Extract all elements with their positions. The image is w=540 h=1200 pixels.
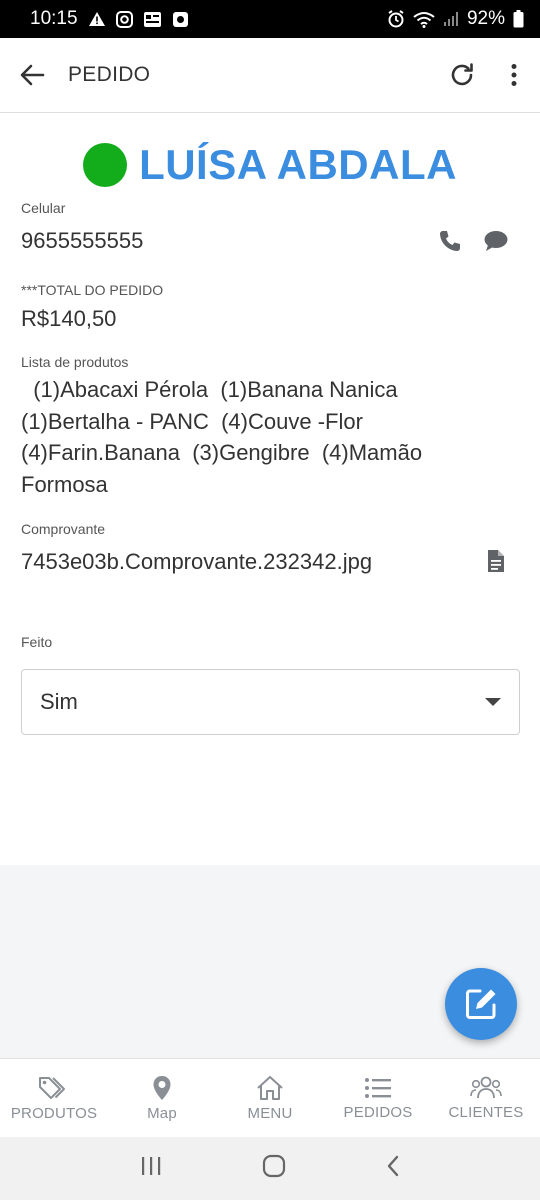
done-label: Feito (21, 634, 53, 650)
message-button[interactable] (478, 223, 514, 259)
edit-icon (466, 989, 496, 1019)
edit-fab[interactable] (445, 968, 517, 1040)
wifi-icon (413, 11, 435, 28)
signal-icon (443, 11, 459, 27)
list-icon (365, 1077, 391, 1098)
camera-app-icon (172, 11, 189, 28)
chevron-down-icon (485, 698, 501, 706)
phone-icon (440, 231, 460, 251)
receipt-label: Comprovante (21, 521, 106, 537)
call-button[interactable] (432, 223, 468, 259)
nav-label-produtos: PRODUTOS (10, 1104, 98, 1122)
done-select-value: Sim (40, 689, 78, 714)
nav-label-clientes: CLIENTES (448, 1103, 524, 1121)
home-button[interactable] (262, 1154, 286, 1183)
products-list: (1)Abacaxi Pérola (1)Banana Nanica (1)Be… (21, 377, 429, 497)
arrow-left-icon (20, 64, 45, 86)
products-label: Lista de produtos (21, 354, 129, 370)
file-icon (488, 550, 504, 572)
online-status-indicator (83, 143, 128, 187)
more-vertical-icon (511, 64, 517, 86)
home-icon (257, 1075, 283, 1100)
instagram-icon (115, 10, 133, 28)
refresh-icon (451, 63, 473, 86)
nav-label-map: Map (147, 1104, 177, 1122)
view-receipt-button[interactable] (478, 543, 514, 579)
system-back-button[interactable] (386, 1155, 400, 1182)
warning-icon (88, 11, 106, 27)
recent-apps-icon (142, 1157, 161, 1175)
map-pin-icon (153, 1075, 171, 1100)
phone-value: 9655555555 (21, 228, 144, 253)
nav-pedidos[interactable]: PEDIDOS (324, 1059, 432, 1137)
tags-icon (39, 1076, 65, 1099)
nav-label-pedidos: PEDIDOS (343, 1103, 413, 1121)
status-time: 10:15 (30, 8, 78, 29)
nav-label-menu: MENU (247, 1104, 293, 1122)
back-button[interactable] (0, 38, 64, 113)
order-detail: LUÍSA ABDALA Celular 9655555555 ***TOTAL… (0, 113, 540, 865)
chat-icon (484, 231, 508, 251)
total-label: ***TOTAL DO PEDIDO (21, 282, 164, 298)
receipt-filename[interactable]: 7453e03b.Comprovante.232342.jpg (21, 549, 372, 575)
nav-map[interactable]: Map (108, 1059, 216, 1137)
alarm-icon (387, 10, 405, 28)
page-title: PEDIDO (68, 63, 151, 86)
app-notification-icon (143, 11, 162, 28)
users-icon (470, 1076, 502, 1098)
battery-percent: 92% (466, 8, 505, 29)
system-navigation-bar (0, 1137, 540, 1200)
battery-icon (513, 10, 524, 28)
nav-produtos[interactable]: PRODUTOS (0, 1059, 108, 1137)
customer-name: LUÍSA ABDALA (139, 141, 457, 188)
total-value: R$140,50 (21, 306, 117, 331)
phone-label: Celular (21, 200, 66, 216)
refresh-button[interactable] (436, 38, 488, 113)
chevron-left-icon (387, 1155, 399, 1177)
done-select[interactable]: Sim (21, 669, 520, 735)
nav-menu[interactable]: MENU (216, 1059, 324, 1137)
bottom-navigation: PRODUTOS Map MENU PEDIDOS CLIENTES (0, 1058, 540, 1137)
customer-header: LUÍSA ABDALA (0, 141, 540, 189)
app-bar: PEDIDO (0, 38, 540, 113)
status-bar: 10:15 92% (0, 0, 540, 38)
more-options-button[interactable] (488, 38, 540, 113)
recent-apps-button[interactable] (140, 1156, 162, 1181)
home-circle-icon (262, 1154, 286, 1178)
nav-clientes[interactable]: CLIENTES (432, 1059, 540, 1137)
